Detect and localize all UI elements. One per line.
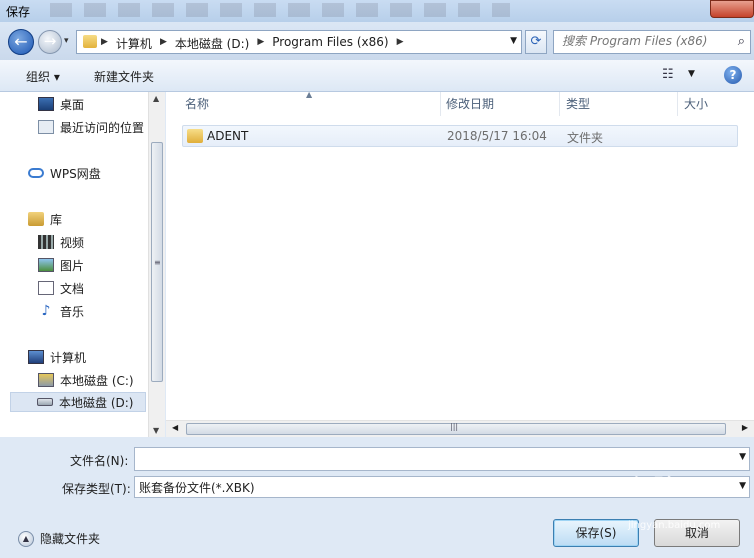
sidebar-item-documents[interactable]: 文档 [38,278,84,298]
file-list: ▲ 名称 修改日期 类型 大小 ADENT 2018/5/17 16:04 文件… [166,90,754,437]
filename-input[interactable] [139,451,719,465]
title-bar-ghost-text [50,3,510,17]
title-bar: 保存 [0,0,754,22]
refresh-icon: ⟳ [530,34,542,49]
column-header-type[interactable]: 类型 [560,92,678,116]
breadcrumb-computer[interactable]: 计算机 [116,35,152,52]
file-modified: 2018/5/17 16:04 [447,129,547,143]
file-name: ADENT [207,129,249,143]
search-input[interactable] [562,34,722,48]
filetype-label: 保存类型(T): [62,482,131,496]
sidebar-item-label: 视频 [60,235,85,250]
scroll-left-icon[interactable]: ◀ [172,423,178,432]
sidebar-item-label: 库 [50,212,63,227]
desktop-icon [38,97,54,111]
video-icon [38,235,54,249]
table-row[interactable]: ADENT 2018/5/17 16:04 文件夹 [182,125,738,147]
filename-field[interactable]: ▼ [134,447,750,471]
help-button[interactable]: ? [724,66,742,84]
sidebar-item-label: 最近访问的位置 [60,120,145,135]
scroll-up-icon[interactable]: ▲ [153,94,159,103]
chevron-down-icon[interactable]: ▼ [739,481,746,491]
sidebar-item-drive-d[interactable]: 本地磁盘 (D:) [10,392,146,412]
sidebar-item-desktop[interactable]: 桌面 [38,94,84,114]
folder-icon [83,35,97,48]
sidebar-item-label: 图片 [60,258,85,273]
sidebar-item-drive-c[interactable]: 本地磁盘 (C:) [38,370,134,390]
organize-button[interactable]: 组织 ▾ [26,68,60,85]
sidebar-item-label: 本地磁盘 (D:) [59,395,134,410]
refresh-button[interactable]: ⟳ [525,30,547,54]
column-header-size[interactable]: 大小 [678,92,754,116]
sidebar-item-label: 计算机 [50,350,87,365]
forward-arrow-icon: → [43,32,57,50]
watermark-url: jingyan.baidu.com [628,520,721,531]
watermark-logo: Bai 经验 [580,476,677,501]
recent-places-icon [38,120,54,134]
back-arrow-icon: ← [14,32,28,51]
history-dropdown-icon[interactable]: ▾ [64,36,69,46]
view-dropdown-icon[interactable]: ▼ [688,69,695,79]
collapse-up-icon: ▲ [18,530,34,547]
filetype-value: 账套备份文件(*.XBK) [139,481,255,495]
address-dropdown-icon[interactable]: ▼ [510,36,517,46]
search-icon[interactable]: ⌕ [738,34,745,49]
scroll-right-icon[interactable]: ▶ [742,423,748,432]
breadcrumb-drive-d[interactable]: 本地磁盘 (D:) [175,35,249,52]
sidebar-item-recent[interactable]: 最近访问的位置 [38,117,144,137]
chevron-right-icon[interactable]: ▶ [160,35,167,52]
scrollbar-grip-icon: ||| [450,422,459,431]
window-title: 保存 [6,5,31,19]
sidebar-item-label: 本地磁盘 (C:) [60,373,134,388]
sidebar-item-label: 桌面 [60,97,85,112]
forward-button[interactable]: → [38,30,62,54]
file-type: 文件夹 [567,131,604,145]
hide-folders-toggle[interactable]: ▲ 隐藏文件夹 [18,530,100,547]
new-folder-button[interactable]: 新建文件夹 [94,68,154,85]
music-icon: ♪ [41,303,51,319]
sidebar-item-wps-cloud[interactable]: WPS网盘 [28,163,101,183]
sidebar-item-libraries[interactable]: 库 [28,209,62,229]
sidebar-item-pictures[interactable]: 图片 [38,255,84,275]
view-options-icon[interactable]: ☷ [662,67,674,82]
picture-icon [38,258,54,272]
computer-icon [28,350,44,364]
sidebar-item-computer[interactable]: 计算机 [28,347,86,367]
column-header-name[interactable]: 名称 [179,92,441,116]
address-bar[interactable]: ▶ 计算机 ▶ 本地磁盘 (D:) ▶ Program Files (x86) … [76,30,522,54]
hide-folders-label: 隐藏文件夹 [40,532,101,546]
command-toolbar: 组织 ▾ 新建文件夹 ☷ ▼ ? [0,60,754,92]
navigation-pane-scrollbar[interactable]: ▲ ≡ ▼ [148,92,165,437]
scrollbar-grip-icon: ≡ [154,258,161,267]
sidebar-item-label: 音乐 [60,304,85,319]
navigation-pane: 桌面 最近访问的位置 WPS网盘 库 视频 图片 文档 ♪ 音乐 计算机 本地磁… [0,92,165,437]
navigation-bar: ← → ▾ ▶ 计算机 ▶ 本地磁盘 (D:) ▶ Program Files … [0,22,754,60]
chevron-down-icon[interactable]: ▼ [739,452,746,462]
sidebar-item-videos[interactable]: 视频 [38,232,84,252]
library-icon [28,212,44,226]
breadcrumb: ▶ 计算机 ▶ 本地磁盘 (D:) ▶ Program Files (x86) … [101,35,404,52]
sidebar-item-label: WPS网盘 [50,166,101,181]
scroll-down-icon[interactable]: ▼ [153,426,159,435]
sidebar-item-music[interactable]: ♪ 音乐 [38,301,84,321]
search-box[interactable]: ⌕ [553,30,751,54]
file-list-hscrollbar[interactable]: ◀ ||| ▶ [166,420,754,437]
filename-label: 文件名(N): [70,454,129,468]
close-button[interactable] [710,0,754,18]
chevron-right-icon[interactable]: ▶ [101,35,108,52]
document-icon [38,281,54,295]
sidebar-item-label: 文档 [60,281,85,296]
chevron-right-icon[interactable]: ▶ [397,35,404,52]
cloud-icon [28,168,44,178]
drive-c-icon [38,373,54,387]
back-button[interactable]: ← [8,29,34,55]
drive-d-icon [37,398,53,406]
folder-icon [187,129,203,143]
breadcrumb-program-files[interactable]: Program Files (x86) [272,35,388,52]
chevron-right-icon[interactable]: ▶ [257,35,264,52]
column-header-modified[interactable]: 修改日期 [440,92,560,116]
save-button[interactable]: 保存(S) [553,519,639,547]
